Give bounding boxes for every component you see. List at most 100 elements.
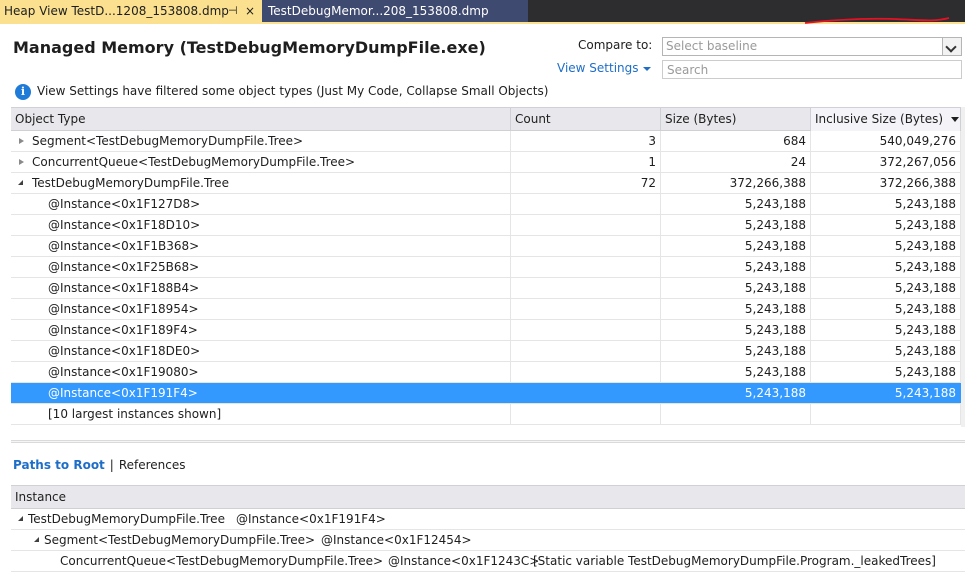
search-input[interactable] xyxy=(662,60,962,79)
pin-icon[interactable]: ⊣ xyxy=(228,0,238,22)
object-type-label: @Instance<0x1F1B368> xyxy=(48,239,200,253)
close-icon[interactable]: × xyxy=(245,0,255,22)
tab-dump-file[interactable]: TestDebugMemor...208_153808.dmp xyxy=(262,0,528,22)
inclusive-size-cell: 540,049,276 xyxy=(811,131,961,151)
path-row[interactable]: TestDebugMemoryDumpFile.Tree @Instance<0x… xyxy=(11,509,965,530)
object-type-cell: @Instance<0x1F188B4> xyxy=(11,278,511,298)
table-row[interactable]: @Instance<0x1F191F4> 5,243,188 5,243,188 xyxy=(11,383,965,404)
collapse-arrow-icon[interactable] xyxy=(34,537,39,542)
pane-splitter[interactable] xyxy=(11,440,965,443)
path-row[interactable]: ConcurrentQueue<TestDebugMemoryDumpFile.… xyxy=(11,551,965,572)
path-static-variable-label: [Static variable TestDebugMemoryDumpFile… xyxy=(533,554,936,568)
count-cell: 1 xyxy=(511,152,661,172)
baseline-dropdown[interactable]: Select baseline xyxy=(662,37,962,56)
size-cell: 5,243,188 xyxy=(661,215,811,235)
column-header-size[interactable]: Size (Bytes) xyxy=(661,108,811,131)
table-row[interactable]: @Instance<0x1F19080> 5,243,188 5,243,188 xyxy=(11,362,965,383)
object-type-label: @Instance<0x1F18D10> xyxy=(48,218,201,232)
object-type-label: @Instance<0x1F18954> xyxy=(48,302,199,316)
inclusive-size-cell: 5,243,188 xyxy=(811,320,961,340)
column-header-count[interactable]: Count xyxy=(511,108,661,131)
object-type-label: ConcurrentQueue<TestDebugMemoryDumpFile.… xyxy=(32,155,356,169)
tab-heap-view[interactable]: Heap View TestD...1208_153808.dmp ⊣ × xyxy=(0,0,262,22)
column-header-inclusive-size[interactable]: Inclusive Size (Bytes) xyxy=(811,108,961,131)
object-type-cell: @Instance<0x1F25B68> xyxy=(11,257,511,277)
path-row[interactable]: Segment<TestDebugMemoryDumpFile.Tree> @In… xyxy=(11,530,965,551)
table-row[interactable]: @Instance<0x1F25B68> 5,243,188 5,243,188 xyxy=(11,257,965,278)
object-type-cell: @Instance<0x1F18D10> xyxy=(11,215,511,235)
object-type-label: @Instance<0x1F18DE0> xyxy=(48,344,201,358)
inclusive-size-cell: 372,266,388 xyxy=(811,173,961,193)
table-row[interactable]: ConcurrentQueue<TestDebugMemoryDumpFile.… xyxy=(11,152,965,173)
object-type-cell: @Instance<0x1F191F4> xyxy=(11,383,511,403)
object-type-cell: @Instance<0x1F1B368> xyxy=(11,236,511,256)
inclusive-size-cell: 5,243,188 xyxy=(811,341,961,361)
inclusive-size-cell: 5,243,188 xyxy=(811,257,961,277)
object-type-cell: @Instance<0x1F189F4> xyxy=(11,320,511,340)
column-header-object-type[interactable]: Object Type xyxy=(11,108,511,131)
object-type-cell: [10 largest instances shown] xyxy=(11,404,511,424)
view-settings-button[interactable]: View Settings xyxy=(557,61,651,75)
table-row[interactable]: @Instance<0x1F1B368> 5,243,188 5,243,188 xyxy=(11,236,965,257)
object-type-label: Segment<TestDebugMemoryDumpFile.Tree> xyxy=(32,134,304,148)
object-type-cell: @Instance<0x1F18DE0> xyxy=(11,341,511,361)
inclusive-size-cell: 5,243,188 xyxy=(811,278,961,298)
column-header-inclusive-size-label: Inclusive Size (Bytes) xyxy=(815,112,944,126)
path-instance-label: @Instance<0x1F12454> xyxy=(321,533,472,547)
size-cell xyxy=(661,404,811,424)
collapse-arrow-icon[interactable] xyxy=(18,180,23,185)
tab-dump-file-label: TestDebugMemor...208_153808.dmp xyxy=(268,4,489,18)
count-cell: 3 xyxy=(511,131,661,151)
object-type-label: @Instance<0x1F189F4> xyxy=(48,323,198,337)
size-cell: 5,243,188 xyxy=(661,299,811,319)
column-header-instance[interactable]: Instance xyxy=(15,486,66,508)
path-instance-label: @Instance<0x1F1243C> xyxy=(388,554,540,568)
tab-paths-to-root[interactable]: Paths to Root xyxy=(13,458,105,472)
paths-grid-header: Instance xyxy=(11,485,965,509)
path-type-label: ConcurrentQueue<TestDebugMemoryDumpFile.… xyxy=(60,554,384,568)
table-row[interactable]: Segment<TestDebugMemoryDumpFile.Tree> 3 68… xyxy=(11,131,965,152)
expand-arrow-icon[interactable] xyxy=(19,138,24,144)
table-row[interactable]: @Instance<0x1F188B4> 5,243,188 5,243,188 xyxy=(11,278,965,299)
chevron-down-icon[interactable] xyxy=(942,38,961,55)
object-type-label: @Instance<0x1F188B4> xyxy=(48,281,200,295)
count-cell: 72 xyxy=(511,173,661,193)
path-type-label: TestDebugMemoryDumpFile.Tree xyxy=(28,512,225,526)
table-row[interactable]: [10 largest instances shown] xyxy=(11,404,965,425)
count-cell xyxy=(511,362,661,382)
tab-references[interactable]: References xyxy=(119,458,186,472)
tab-separator: | xyxy=(109,458,114,472)
object-type-cell: TestDebugMemoryDumpFile.Tree xyxy=(11,173,511,193)
count-cell xyxy=(511,404,661,424)
path-type-label: Segment<TestDebugMemoryDumpFile.Tree> xyxy=(44,533,316,547)
expand-arrow-icon[interactable] xyxy=(19,159,24,165)
object-type-cell: ConcurrentQueue<TestDebugMemoryDumpFile.… xyxy=(11,152,511,172)
path-instance-label: @Instance<0x1F191F4> xyxy=(236,512,386,526)
inclusive-size-cell xyxy=(811,404,961,424)
table-row[interactable]: TestDebugMemoryDumpFile.Tree 72 372,266,38… xyxy=(11,173,965,194)
object-type-label: @Instance<0x1F25B68> xyxy=(48,260,200,274)
grid-vertical-scrollbar[interactable] xyxy=(961,107,965,427)
table-row[interactable]: @Instance<0x1F18DE0> 5,243,188 5,243,188 xyxy=(11,341,965,362)
collapse-arrow-icon[interactable] xyxy=(18,516,23,521)
table-row[interactable]: @Instance<0x1F18D10> 5,243,188 5,243,188 xyxy=(11,215,965,236)
lower-pane-tabs: Paths to Root | References xyxy=(13,458,186,472)
object-type-grid: Object Type Count Size (Bytes) Inclusive… xyxy=(11,107,965,425)
table-row[interactable]: @Instance<0x1F189F4> 5,243,188 5,243,188 xyxy=(11,320,965,341)
inclusive-size-cell: 5,243,188 xyxy=(811,362,961,382)
count-cell xyxy=(511,278,661,298)
object-type-cell: Segment<TestDebugMemoryDumpFile.Tree> xyxy=(11,131,511,151)
size-cell: 5,243,188 xyxy=(661,362,811,382)
count-cell xyxy=(511,236,661,256)
compare-to-label: Compare to: xyxy=(578,38,653,52)
table-row[interactable]: @Instance<0x1F18954> 5,243,188 5,243,188 xyxy=(11,299,965,320)
baseline-placeholder: Select baseline xyxy=(666,39,758,53)
inclusive-size-cell: 372,267,056 xyxy=(811,152,961,172)
table-row[interactable]: @Instance<0x1F127D8> 5,243,188 5,243,188 xyxy=(11,194,965,215)
object-type-label: [10 largest instances shown] xyxy=(48,407,222,421)
grid-header: Object Type Count Size (Bytes) Inclusive… xyxy=(11,107,965,131)
tab-heap-view-label: Heap View TestD...1208_153808.dmp xyxy=(4,4,229,18)
size-cell: 5,243,188 xyxy=(661,341,811,361)
object-type-label: @Instance<0x1F191F4> xyxy=(48,386,198,400)
size-cell: 5,243,188 xyxy=(661,236,811,256)
